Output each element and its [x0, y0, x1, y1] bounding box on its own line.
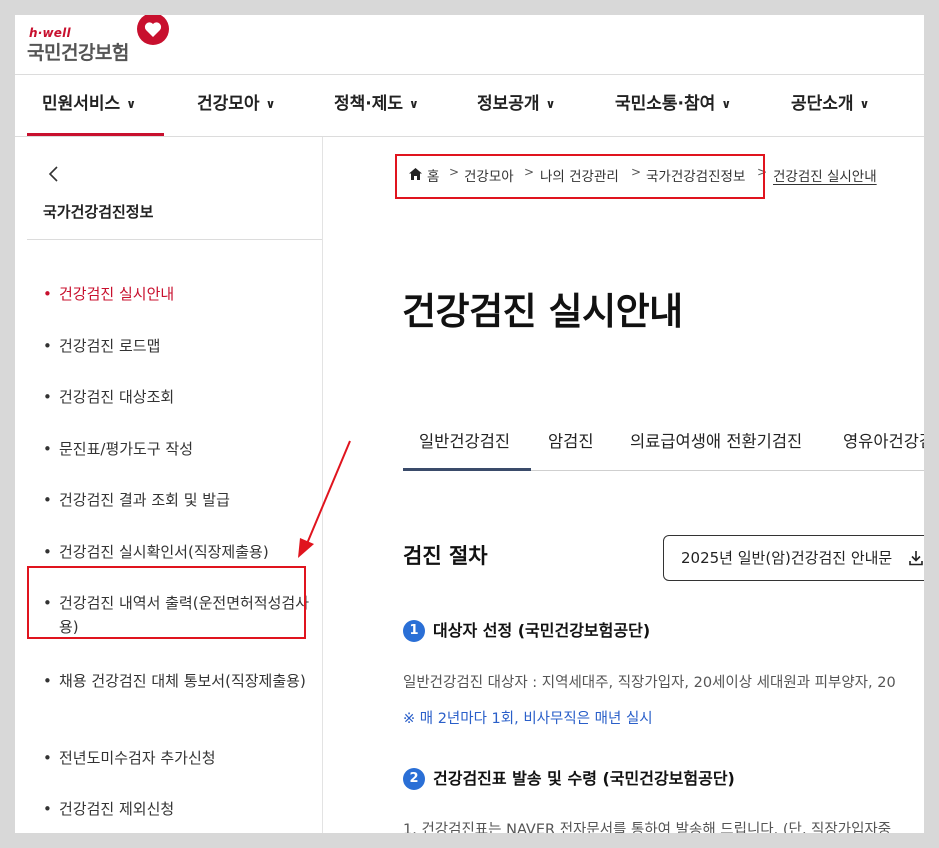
step-2-heading: 2 건강검진표 발송 및 수령 (국민건강보험공단): [403, 765, 735, 791]
sidebar-item-employment-notice[interactable]: • 채용 건강검진 대체 통보서(직장제출용): [43, 669, 313, 693]
chevron-down-icon: ∨: [126, 97, 136, 111]
sidebar-border: [322, 137, 323, 833]
step-number-badge: 2: [403, 767, 425, 790]
sidebar-item-results[interactable]: • 건강검진 결과 조회 및 발급: [43, 488, 313, 512]
step-1-note: ※ 매 2년마다 1회, 비사무직은 매년 실시: [403, 711, 653, 727]
step-number-badge: 1: [403, 619, 425, 642]
exam-tabs: 일반건강검진 암검진 의료급여생애 전환기검진 영유아건강검: [403, 428, 924, 474]
sidebar-item-roadmap[interactable]: • 건강검진 로드맵: [43, 334, 313, 358]
chevron-left-icon[interactable]: [47, 164, 61, 184]
sidebar-item-questionnaire[interactable]: • 문진표/평가도구 작성: [43, 437, 313, 461]
chevron-down-icon: ∨: [859, 97, 870, 111]
nav-item-health-moa[interactable]: 건강모아 ∨: [197, 75, 275, 137]
heart-logo-icon: [137, 15, 169, 45]
page: h·well 국민건강보험 민원서비스 ∨ 건강모아 ∨ 정책·제도 ∨ 정보공개 ∨ …: [15, 15, 924, 833]
sidebar-item-target-lookup[interactable]: • 건강검진 대상조회: [43, 385, 313, 409]
nav-item-civil-service[interactable]: 민원서비스 ∨: [42, 75, 136, 137]
sidebar-title: 국가건강검진정보: [43, 203, 154, 221]
logo-text: 국민건강보험: [27, 42, 129, 64]
chevron-down-icon: ∨: [721, 97, 732, 111]
tab-medical-aid-exam[interactable]: 의료급여생애 전환기검진: [630, 428, 802, 452]
nav-item-communication[interactable]: 국민소통·참여 ∨: [615, 75, 731, 137]
tab-active-indicator: [403, 468, 531, 471]
chevron-down-icon: ∨: [409, 97, 419, 111]
nav-item-about[interactable]: 공단소개 ∨: [791, 75, 869, 137]
step-2-description: 1. 건강검진표는 NAVER 전자문서를 통하여 발송해 드립니다. (단, …: [403, 822, 892, 833]
nav-item-policy[interactable]: 정책·제도 ∨: [334, 75, 419, 137]
sidebar-item-confirmation[interactable]: • 건강검진 실시확인서(직장제출용): [43, 540, 313, 564]
step-1-heading: 1 대상자 선정 (국민건강보험공단): [403, 617, 650, 643]
section-title: 검진 절차: [403, 544, 488, 568]
download-icon: [909, 551, 923, 566]
logo[interactable]: h·well 국민건강보험: [27, 15, 207, 75]
nav-item-disclosure[interactable]: 정보공개 ∨: [477, 75, 555, 137]
sidebar-item-exclusion[interactable]: • 건강검진 제외신청: [43, 797, 313, 821]
step-1-description: 일반건강검진 대상자 : 지역세대주, 직장가입자, 20세이상 세대원과 피부…: [403, 675, 896, 691]
tab-cancer-exam[interactable]: 암검진: [548, 428, 594, 452]
sidebar-item-exam-guide[interactable]: • 건강검진 실시안내: [43, 282, 313, 306]
download-guide-button[interactable]: 2025년 일반(암)건강검진 안내문: [663, 535, 924, 581]
main-nav: 민원서비스 ∨ 건강모아 ∨ 정책·제도 ∨ 정보공개 ∨ 국민소통·참여 ∨ 공단소개 ∨: [15, 75, 924, 137]
breadcrumb-current[interactable]: 건강검진 실시안내: [773, 165, 877, 185]
sidebar: 국가건강검진정보 • 건강검진 실시안내 • 건강검진 로드맵 • 건강검진 대상조회…: [27, 137, 323, 833]
breadcrumb-highlight-box: [395, 154, 765, 199]
tab-infant-exam[interactable]: 영유아건강검: [843, 428, 924, 452]
sidebar-highlight-box: [27, 566, 306, 639]
chevron-down-icon: ∨: [545, 97, 556, 111]
page-title: 건강검진 실시안내: [402, 290, 683, 333]
tab-general-exam[interactable]: 일반건강검진: [419, 428, 510, 452]
chevron-down-icon: ∨: [265, 97, 276, 111]
sidebar-item-additional-request[interactable]: • 전년도미수검자 추가신청: [43, 746, 313, 770]
sidebar-divider: [27, 239, 323, 240]
